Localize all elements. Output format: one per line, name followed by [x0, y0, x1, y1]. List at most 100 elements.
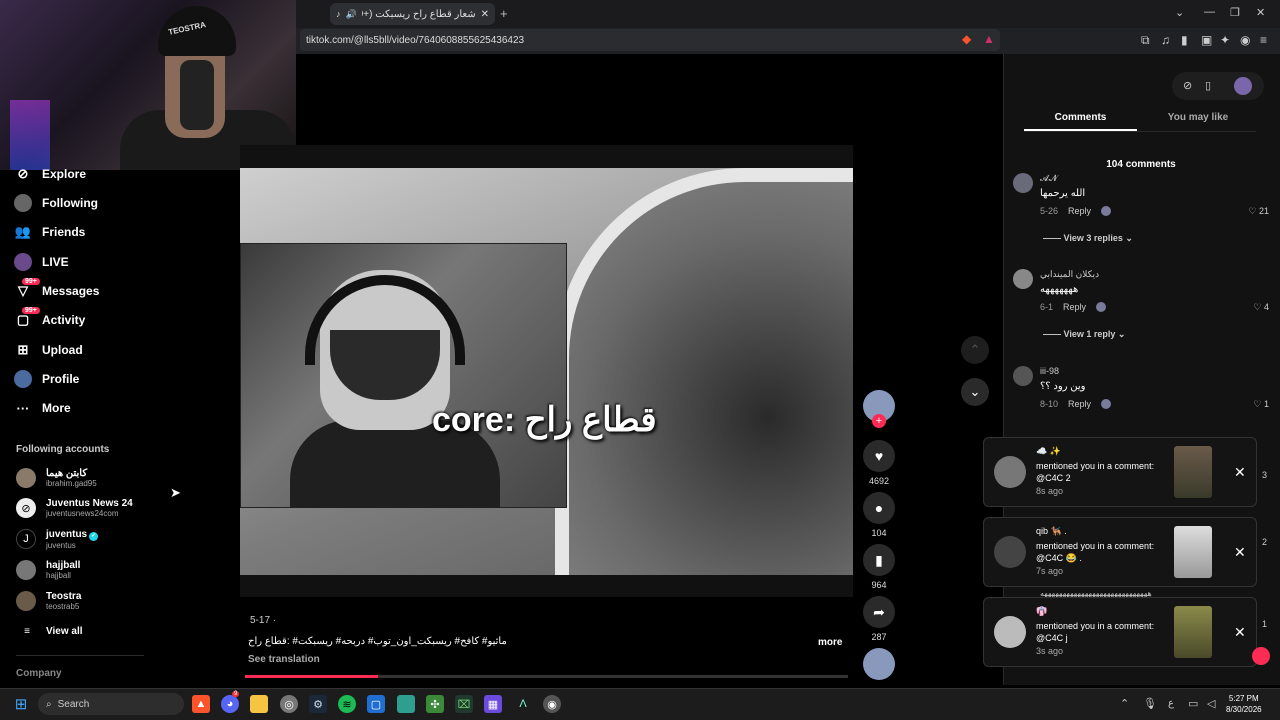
company-link[interactable]: Company	[16, 668, 62, 679]
vpn-icon[interactable]: ◉	[1240, 33, 1250, 47]
save-button[interactable]: ▮ 964	[863, 544, 895, 590]
share-icon: ➦	[863, 596, 895, 628]
menu-icon[interactable]: ≡	[1260, 33, 1267, 47]
mention-notification[interactable]: 👘 mentioned you in a comment: @C4C j 3s …	[983, 597, 1257, 667]
tab-close-icon[interactable]: ✕	[481, 9, 489, 20]
view-replies-button[interactable]: —— View 1 reply ⌄	[1043, 329, 1125, 340]
account-item[interactable]: J juventus ✓ juventus	[16, 525, 99, 553]
new-tab-button[interactable]: +	[500, 6, 508, 21]
taskbar-clock[interactable]: 5:27 PM 8/30/2026	[1226, 693, 1262, 715]
video-thumbnail[interactable]	[1174, 446, 1212, 498]
app-icon[interactable]: ▢	[367, 695, 385, 713]
video-progress-bar[interactable]	[245, 675, 848, 678]
comment-like-button[interactable]: ♡ 4	[1253, 302, 1269, 313]
avatar[interactable]	[1013, 269, 1033, 289]
sidebar-item-more[interactable]: ··· More	[14, 396, 71, 420]
mention-notification[interactable]: qib 🐕‍🦺 . mentioned you in a comment: @C…	[983, 517, 1257, 587]
tab-list-chevron-icon[interactable]: ⌄	[1175, 6, 1184, 19]
brave-rewards-icon[interactable]: ▲	[983, 32, 995, 46]
comment-button[interactable]: ● 104	[863, 492, 895, 538]
app-grid-icon[interactable]: ▦	[484, 695, 502, 713]
brave-browser-icon[interactable]: ▲	[192, 695, 210, 713]
close-window-button[interactable]: ✕	[1256, 6, 1265, 19]
chrome-icon[interactable]: ◎	[280, 695, 298, 713]
close-icon[interactable]: ✕	[1234, 464, 1246, 481]
sidebar-item-label: LIVE	[42, 255, 69, 269]
get-app-button[interactable]	[1252, 647, 1270, 665]
file-explorer-icon[interactable]	[250, 695, 268, 713]
close-icon[interactable]: ✕	[1234, 624, 1246, 641]
wallet-icon[interactable]: ▣	[1201, 33, 1212, 47]
sidebar-item-following[interactable]: Following	[14, 191, 98, 215]
maximize-button[interactable]: ❐	[1230, 6, 1240, 19]
reply-button[interactable]: Reply	[1068, 206, 1091, 216]
sidebar-item-explore[interactable]: ⊘ Explore	[14, 162, 86, 186]
account-item[interactable]: hajjball hajjball	[16, 556, 80, 584]
comment-username[interactable]: 𝓐𝓝	[1040, 173, 1057, 184]
browser-tab[interactable]: ♪ 🔊 شعار قطاع راح ريسبكت (+99) -- ✕	[330, 3, 495, 25]
see-translation-link[interactable]: See translation	[248, 654, 320, 665]
like-button[interactable]: ♥ 4692	[863, 440, 895, 486]
video-thumbnail[interactable]	[1174, 526, 1212, 578]
account-item[interactable]: ⊘ Juventus News 24 juventusnews24com	[16, 494, 133, 522]
network-icon[interactable]: ▭	[1188, 697, 1198, 710]
xbox-icon[interactable]: ✣	[426, 695, 444, 713]
compass-icon[interactable]: ⊘	[1183, 79, 1192, 92]
address-bar[interactable]: tiktok.com/@lls5bll/video/76406088556254…	[300, 29, 1000, 51]
volume-icon[interactable]: ◁	[1207, 697, 1215, 710]
comment-like-button[interactable]: ♡ 21	[1248, 206, 1269, 217]
close-icon[interactable]: ✕	[1234, 544, 1246, 561]
media-icon[interactable]: ♫	[1161, 33, 1170, 47]
avatar[interactable]	[1013, 173, 1033, 193]
language-indicator[interactable]: ع	[1168, 698, 1174, 709]
tab-you-may-like[interactable]: You may like	[1140, 112, 1256, 123]
sidebar-item-upload[interactable]: ⊞ Upload	[14, 338, 83, 362]
device-icon[interactable]: ▯	[1205, 79, 1211, 92]
creator-avatar-button[interactable]: +	[863, 390, 895, 428]
taskbar-search[interactable]: ⌕ Search	[38, 693, 184, 715]
sidebar-item-activity[interactable]: ▢ 99+ Activity	[14, 307, 85, 332]
reply-button[interactable]: Reply	[1068, 399, 1091, 409]
avatar[interactable]	[1234, 77, 1252, 95]
sidebar-item-profile[interactable]: Profile	[14, 367, 79, 391]
terminal-icon[interactable]: ⌧	[455, 695, 473, 713]
microphone-icon[interactable]: 🎙	[1143, 697, 1157, 710]
video-thumbnail[interactable]	[1174, 606, 1212, 658]
app-icon[interactable]: ◉	[543, 695, 561, 713]
previous-video-button[interactable]: ⌃	[961, 336, 989, 364]
sidebar-item-messages[interactable]: ▽ 99+ Messages	[14, 278, 99, 303]
discord-icon[interactable]: ◕ 9	[221, 691, 240, 713]
view-all-button[interactable]: ≡ View all	[18, 619, 82, 643]
streamer-cap: TEOSTRA	[158, 6, 236, 56]
sidebar-toggle-icon[interactable]: ▮	[1181, 33, 1188, 47]
spotify-icon[interactable]: ≋	[338, 695, 356, 713]
share-button[interactable]: ➦ 287	[863, 596, 895, 642]
comment-like-count-partial: 1	[1262, 619, 1268, 629]
tray-chevron-icon[interactable]: ⌃	[1120, 697, 1129, 710]
avatar[interactable]	[1013, 366, 1033, 386]
sound-avatar[interactable]	[863, 648, 895, 680]
tab-comments[interactable]: Comments	[1024, 112, 1137, 123]
sidebar-item-friends[interactable]: 👥 Friends	[14, 220, 85, 244]
mention-notification[interactable]: ☁️ ✨ mentioned you in a comment: @C4C 2 …	[983, 437, 1257, 507]
reply-button[interactable]: Reply	[1063, 302, 1086, 312]
comment-like-button[interactable]: ♡ 1	[1253, 399, 1269, 410]
brave-shield-icon[interactable]: ◆	[962, 32, 971, 46]
more-button[interactable]: more	[818, 637, 842, 648]
view-replies-button[interactable]: —— View 3 replies ⌄	[1043, 233, 1133, 244]
comment-username[interactable]: ديكلان الميندابي	[1040, 269, 1099, 280]
comment-username[interactable]: iii-98	[1040, 366, 1059, 376]
extensions-icon[interactable]: ⧉	[1141, 33, 1150, 48]
minimize-button[interactable]: —	[1204, 6, 1215, 18]
leo-ai-icon[interactable]: ✦	[1220, 33, 1230, 47]
account-item[interactable]: Teostra teostrab5	[16, 587, 81, 615]
steam-icon[interactable]: ⚙	[309, 695, 327, 713]
next-video-button[interactable]: ⌄	[961, 378, 989, 406]
app-icon[interactable]	[397, 695, 415, 713]
windows-start-icon[interactable]: ⊞	[12, 695, 30, 713]
account-item[interactable]: كابتن هيما ibrahim.gad95	[16, 464, 97, 492]
app-icon[interactable]: Λ	[514, 695, 532, 713]
sidebar-item-live[interactable]: LIVE	[14, 250, 69, 274]
speaker-icon[interactable]: 🔊	[346, 9, 357, 20]
follow-plus-icon[interactable]: +	[872, 414, 886, 428]
